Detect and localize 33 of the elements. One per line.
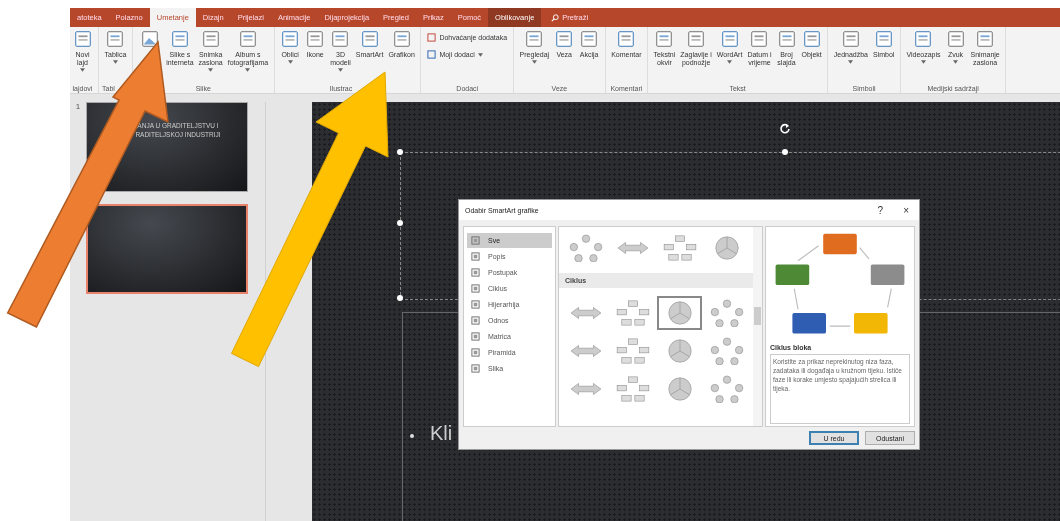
bullet-text: Kli: [430, 422, 453, 445]
category-icon: [471, 332, 480, 341]
layout-thumbnail[interactable]: [657, 296, 702, 330]
slide-thumbnail[interactable]: [86, 204, 248, 294]
search-icon: [551, 13, 560, 22]
caret-icon: [921, 60, 926, 64]
rotate-icon[interactable]: [779, 122, 791, 134]
caret-icon: [208, 68, 214, 72]
category-icon: [471, 252, 480, 261]
resize-handle[interactable]: [397, 149, 403, 155]
category-icon: [471, 316, 480, 325]
resize-handle[interactable]: [782, 149, 788, 155]
caret-icon: [848, 60, 854, 64]
category-icon: [471, 284, 480, 293]
caret-icon: [727, 60, 733, 64]
slide-number: 1: [74, 102, 82, 111]
caret-icon: [477, 53, 483, 57]
help-button[interactable]: ?: [873, 204, 888, 216]
close-button[interactable]: ×: [899, 204, 913, 216]
resize-handle[interactable]: [397, 220, 403, 226]
caret-icon: [112, 60, 118, 64]
caret-icon: [287, 60, 293, 64]
caret-icon: [531, 60, 537, 64]
caret-icon: [953, 60, 959, 64]
category-icon: [471, 364, 480, 373]
bullet-dot: [410, 434, 414, 438]
category-icon: [471, 236, 480, 245]
category-icon: [471, 300, 480, 309]
caret-icon: [80, 68, 85, 72]
scrollbar[interactable]: [753, 227, 762, 426]
category-icon: [471, 268, 480, 277]
category-icon: [471, 348, 480, 357]
resize-handle[interactable]: [397, 295, 403, 301]
